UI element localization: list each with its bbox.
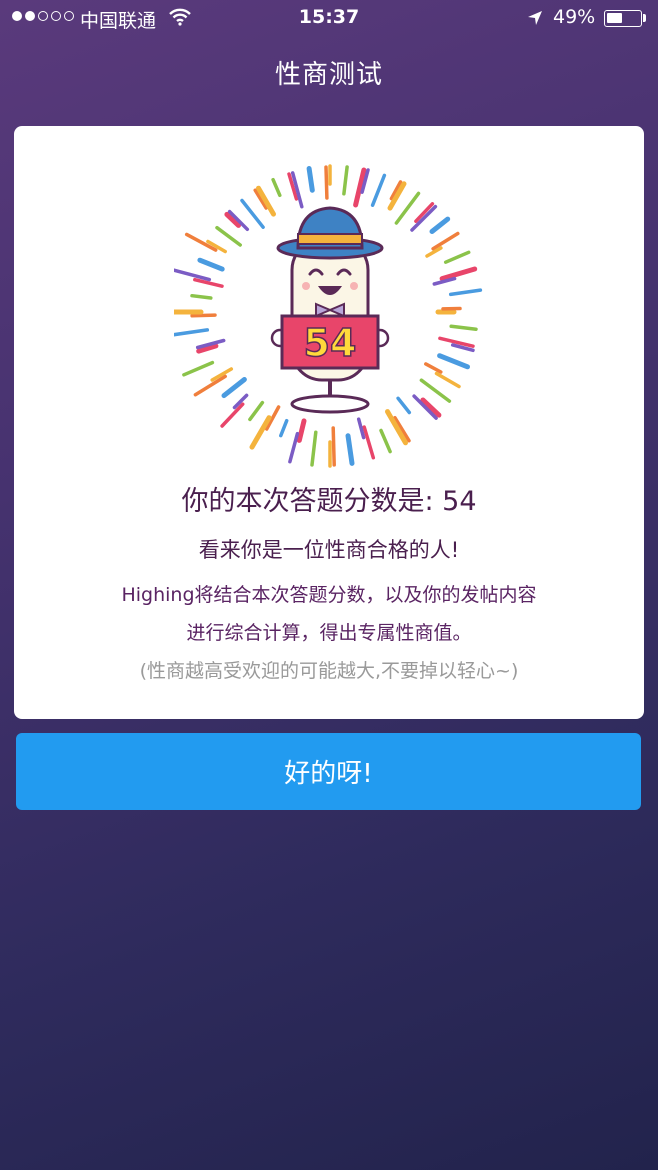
battery-icon bbox=[604, 10, 642, 27]
badge-score: 54 bbox=[304, 321, 357, 365]
burst-ray bbox=[396, 396, 412, 415]
page-title: 性商测试 bbox=[274, 60, 383, 90]
burst-ray bbox=[215, 225, 242, 247]
mascot-illustration: 54 bbox=[174, 164, 483, 468]
burst-ray bbox=[220, 402, 245, 428]
burst-ray bbox=[248, 400, 265, 422]
burst-ray bbox=[182, 360, 215, 377]
burst-ray bbox=[271, 177, 282, 198]
burst-ray bbox=[429, 216, 451, 234]
location-arrow-icon bbox=[526, 8, 544, 32]
burst-ray bbox=[424, 362, 443, 374]
burst-ray bbox=[437, 353, 470, 370]
status-bar: 中国联通 15:37 49% bbox=[0, 0, 658, 38]
verdict-text: 看来你是一位性商合格的人! bbox=[198, 538, 460, 562]
score-line: 你的本次答题分数是: 54 bbox=[181, 486, 477, 517]
ok-button[interactable]: 好的呀! bbox=[16, 733, 641, 810]
description-line-1: Highing将结合本次答题分数，以及你的发帖内容 bbox=[121, 584, 537, 606]
burst-ray bbox=[356, 417, 366, 440]
burst-ray bbox=[448, 288, 483, 297]
battery-percent: 49% bbox=[553, 6, 596, 28]
burst-ray bbox=[439, 266, 478, 282]
burst-ray bbox=[379, 428, 392, 454]
result-card: 54 你的本次答题分数是: 54 看来你是一位性商合格的人! Highing将结… bbox=[14, 126, 644, 719]
burst-ray bbox=[443, 250, 471, 264]
burst-ray bbox=[449, 324, 478, 331]
burst-ray bbox=[296, 418, 307, 443]
burst-ray bbox=[310, 430, 318, 467]
burst-ray bbox=[221, 377, 247, 399]
burst-ray bbox=[419, 378, 452, 403]
burst-ray bbox=[342, 165, 349, 196]
burst-ray bbox=[331, 426, 336, 467]
burst-ray bbox=[385, 409, 408, 446]
burst-ray bbox=[362, 425, 376, 460]
battery-tip bbox=[643, 14, 646, 22]
burst-ray bbox=[197, 257, 225, 272]
burst-ray bbox=[279, 418, 289, 438]
burst-ray bbox=[193, 374, 227, 397]
burst-ray bbox=[324, 165, 329, 200]
burst-ray bbox=[190, 293, 213, 300]
burst-ray bbox=[410, 204, 438, 232]
burst-ray bbox=[174, 328, 210, 337]
burst-ray bbox=[174, 268, 212, 282]
burst-ray bbox=[249, 415, 272, 450]
burst-ray bbox=[394, 191, 421, 225]
note-text: (性商越高受欢迎的可能越大,不要掉以轻心~) bbox=[139, 660, 519, 682]
description-line-2: 进行综合计算，得出专属性商值。 bbox=[186, 622, 472, 644]
burst-ray bbox=[190, 313, 217, 318]
burst-ray bbox=[240, 198, 265, 229]
burst-ray bbox=[288, 431, 300, 464]
burst-ray bbox=[431, 231, 460, 251]
burst-ray bbox=[345, 433, 355, 466]
burst-ray bbox=[370, 173, 387, 207]
burst-ray bbox=[306, 166, 315, 193]
burst-ray bbox=[434, 371, 461, 389]
